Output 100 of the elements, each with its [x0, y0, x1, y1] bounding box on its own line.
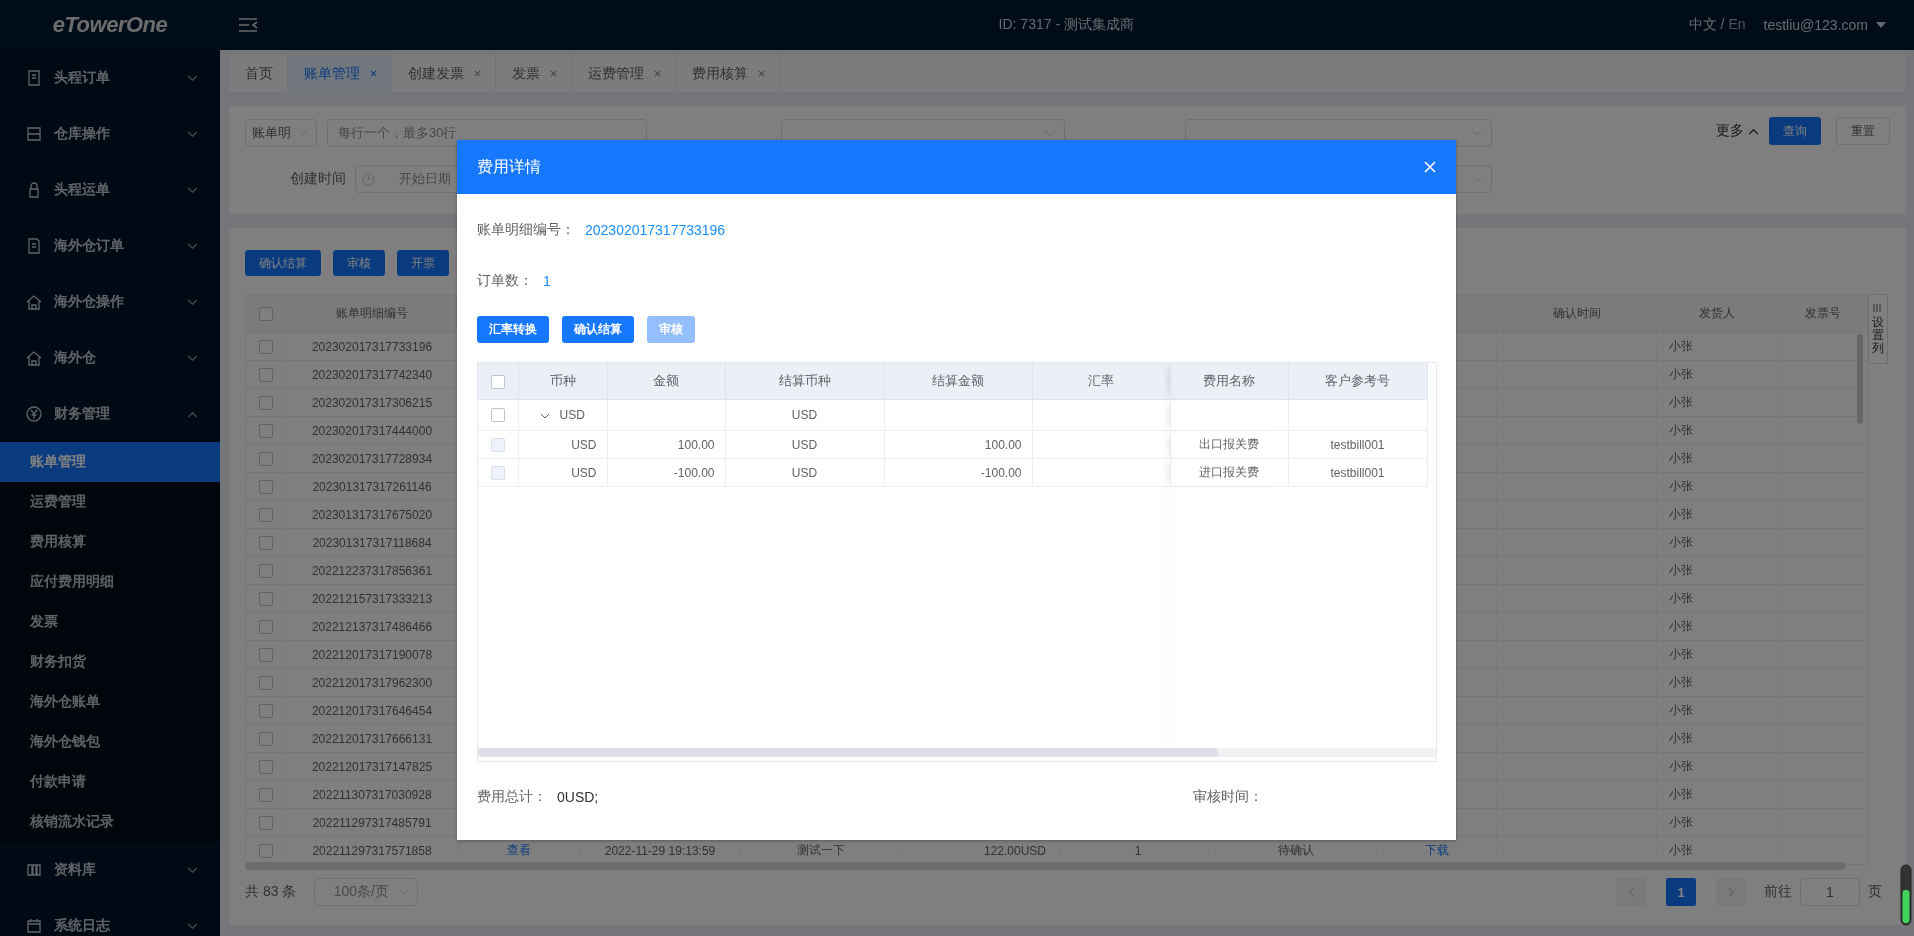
row-checkbox[interactable]: [258, 395, 273, 410]
page-tab[interactable]: 创建发票: [392, 55, 496, 92]
expand-icon[interactable]: [540, 412, 551, 419]
row-checkbox[interactable]: [258, 787, 273, 802]
table-cell: 小张: [1669, 591, 1693, 605]
row-checkbox[interactable]: [258, 647, 273, 662]
row-checkbox[interactable]: [258, 843, 273, 858]
submenu-item[interactable]: 账单管理: [0, 442, 220, 482]
page-tab[interactable]: 费用核算: [676, 55, 780, 92]
table-cell: USD: [791, 437, 818, 452]
submenu-item[interactable]: 运费管理: [0, 482, 220, 522]
close-icon[interactable]: [654, 70, 661, 77]
user-menu[interactable]: testliu@123.com: [1763, 17, 1868, 33]
table-link[interactable]: 查看: [507, 843, 531, 857]
dialog-button[interactable]: 汇率转换: [477, 316, 549, 343]
row-checkbox[interactable]: [258, 703, 273, 718]
menu-item[interactable]: 仓库操作: [0, 106, 220, 162]
table-cell: 待确认: [1278, 843, 1314, 857]
row-checkbox[interactable]: [258, 423, 273, 438]
row-checkbox[interactable]: [258, 507, 273, 522]
submenu-item[interactable]: 核销流水记录: [0, 802, 220, 842]
column-header: 确认时间: [1552, 306, 1601, 320]
menu-item[interactable]: 海外仓操作: [0, 274, 220, 330]
language-option[interactable]: En: [1728, 16, 1746, 34]
submenu-item[interactable]: 海外仓钱包: [0, 722, 220, 762]
row-checkbox[interactable]: [258, 563, 273, 578]
select-all-checkbox[interactable]: [490, 374, 505, 389]
row-checkbox[interactable]: [258, 339, 273, 354]
submenu-item[interactable]: 财务扣货: [0, 642, 220, 682]
page-tab[interactable]: 发票: [496, 55, 572, 92]
table-link[interactable]: 下载: [1424, 843, 1449, 857]
close-icon[interactable]: [550, 70, 557, 77]
submenu-item[interactable]: 海外仓账单: [0, 682, 220, 722]
toolbar-button[interactable]: 审核: [333, 250, 385, 276]
scrollbar[interactable]: [1857, 334, 1863, 424]
table-cell: USD: [791, 465, 818, 480]
scrollbar[interactable]: [478, 748, 1436, 757]
row-checkbox[interactable]: [258, 815, 273, 830]
row-checkbox[interactable]: [258, 619, 273, 634]
menu-item[interactable]: 海外仓订单: [0, 218, 220, 274]
table-cell: 202211297317485791: [312, 815, 432, 830]
language-option[interactable]: 中文: [1688, 16, 1717, 34]
total-count: 共 83 条: [245, 883, 297, 901]
table-cell: -100.00: [980, 465, 1022, 480]
row-checkbox[interactable]: [490, 408, 505, 423]
page-input[interactable]: 1: [1800, 878, 1860, 906]
table-cell: USD: [571, 465, 597, 480]
query-button[interactable]: 查询: [1769, 117, 1821, 145]
previous-page-button[interactable]: [1616, 878, 1646, 906]
row-checkbox[interactable]: [258, 367, 273, 382]
menu-icon[interactable]: [238, 17, 258, 33]
table-cell: 202302017317733196: [311, 339, 433, 354]
submenu-item[interactable]: 付款申请: [0, 762, 220, 802]
table-cell: -100.00: [673, 465, 715, 480]
submenu-item[interactable]: 应付费用明细: [0, 562, 220, 602]
menu-item[interactable]: 海外仓: [0, 330, 220, 386]
row-checkbox[interactable]: [258, 731, 273, 746]
next-page-button[interactable]: [1716, 878, 1746, 906]
menu-item[interactable]: 财务管理: [0, 386, 220, 442]
submenu-item[interactable]: 费用核算: [0, 522, 220, 562]
grid-icon: [26, 862, 42, 878]
chevron-icon: [187, 74, 198, 82]
column-settings-button[interactable]: 设置列: [1868, 294, 1888, 364]
toolbar-button[interactable]: 确认结算: [245, 250, 321, 276]
page-button[interactable]: 1: [1666, 878, 1696, 906]
menu-item[interactable]: 资料库: [0, 842, 220, 898]
menu-item[interactable]: 系统日志: [0, 898, 220, 936]
table-cell: USD: [571, 437, 597, 452]
column-header: 发货人: [1699, 306, 1735, 320]
row-checkbox[interactable]: [258, 479, 273, 494]
page-tab[interactable]: 账单管理: [288, 55, 392, 92]
total-amount: 0USD;: [557, 789, 600, 805]
menu-item[interactable]: 头程运单: [0, 162, 220, 218]
more-toggle[interactable]: 更多: [1716, 122, 1759, 140]
table-cell: 小张: [1669, 479, 1693, 493]
table-cell: 202212017317666131: [311, 731, 433, 746]
dialog-button[interactable]: 确认结算: [562, 316, 634, 343]
table-cell: 小张: [1669, 843, 1693, 857]
row-checkbox[interactable]: [258, 535, 273, 550]
submenu-item[interactable]: 发票: [0, 602, 220, 642]
row-checkbox[interactable]: [258, 759, 273, 774]
page-tab[interactable]: 运费管理: [572, 55, 676, 92]
row-checkbox[interactable]: [258, 451, 273, 466]
close-icon[interactable]: [758, 70, 765, 77]
close-icon[interactable]: [370, 70, 377, 77]
reset-button[interactable]: 重置: [1836, 117, 1890, 145]
table-cell: 出口报关费: [1199, 437, 1259, 451]
select-all-checkbox[interactable]: [258, 306, 273, 321]
yen-icon: [26, 406, 42, 422]
menu-item[interactable]: 头程订单: [0, 50, 220, 106]
toolbar-button[interactable]: 开票: [397, 250, 449, 276]
table-cell: 202212017317646454: [311, 703, 433, 718]
row-checkbox[interactable]: [258, 675, 273, 690]
close-icon[interactable]: [474, 70, 481, 77]
row-checkbox[interactable]: [258, 591, 273, 606]
table-cell: testbill001: [1330, 437, 1385, 452]
column-header: 币种: [549, 373, 576, 388]
document-icon: [26, 238, 42, 254]
table-cell: 小张: [1669, 759, 1693, 773]
field-select[interactable]: 账单明: [245, 119, 317, 147]
